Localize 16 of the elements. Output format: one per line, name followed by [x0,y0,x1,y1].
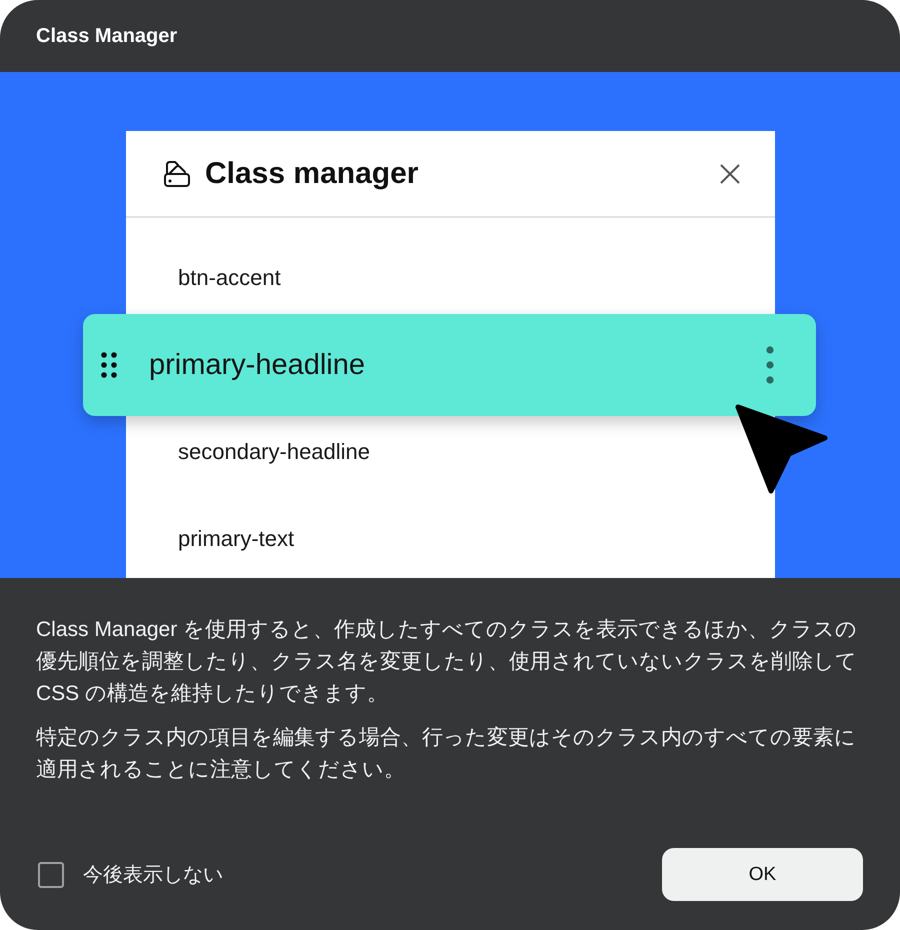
description-text: Class Manager を使用すると、作成したすべてのクラスを表示できるほか、クラスの優先順位を調整したり、クラス名を変更したり、使用されていないクラスを削除して CSS の構造を維持したりできます。 [36,617,858,707]
more-options-icon [766,346,774,384]
stacked-cards-icon [163,160,191,188]
description-text: 特定のクラス内の項目を編集する場合、行った変更はそのクラス内のすべての要素に適用されることに注意してください。 [36,725,857,783]
checkbox-label[interactable]: 今後表示しない [83,861,223,888]
cursor-arrow-icon [734,403,829,495]
dialog-title: Class Manager [36,24,178,48]
drag-handle-icon [101,352,117,378]
checkbox[interactable] [38,862,64,888]
class-name: primary-headline [149,348,366,382]
class-name: btn-accent [178,264,281,290]
class-name: primary-text [178,526,294,552]
ok-button[interactable]: OK [662,848,863,901]
close-icon [720,164,740,184]
class-name: secondary-headline [178,438,370,464]
panel-title: Class manager [205,156,420,190]
